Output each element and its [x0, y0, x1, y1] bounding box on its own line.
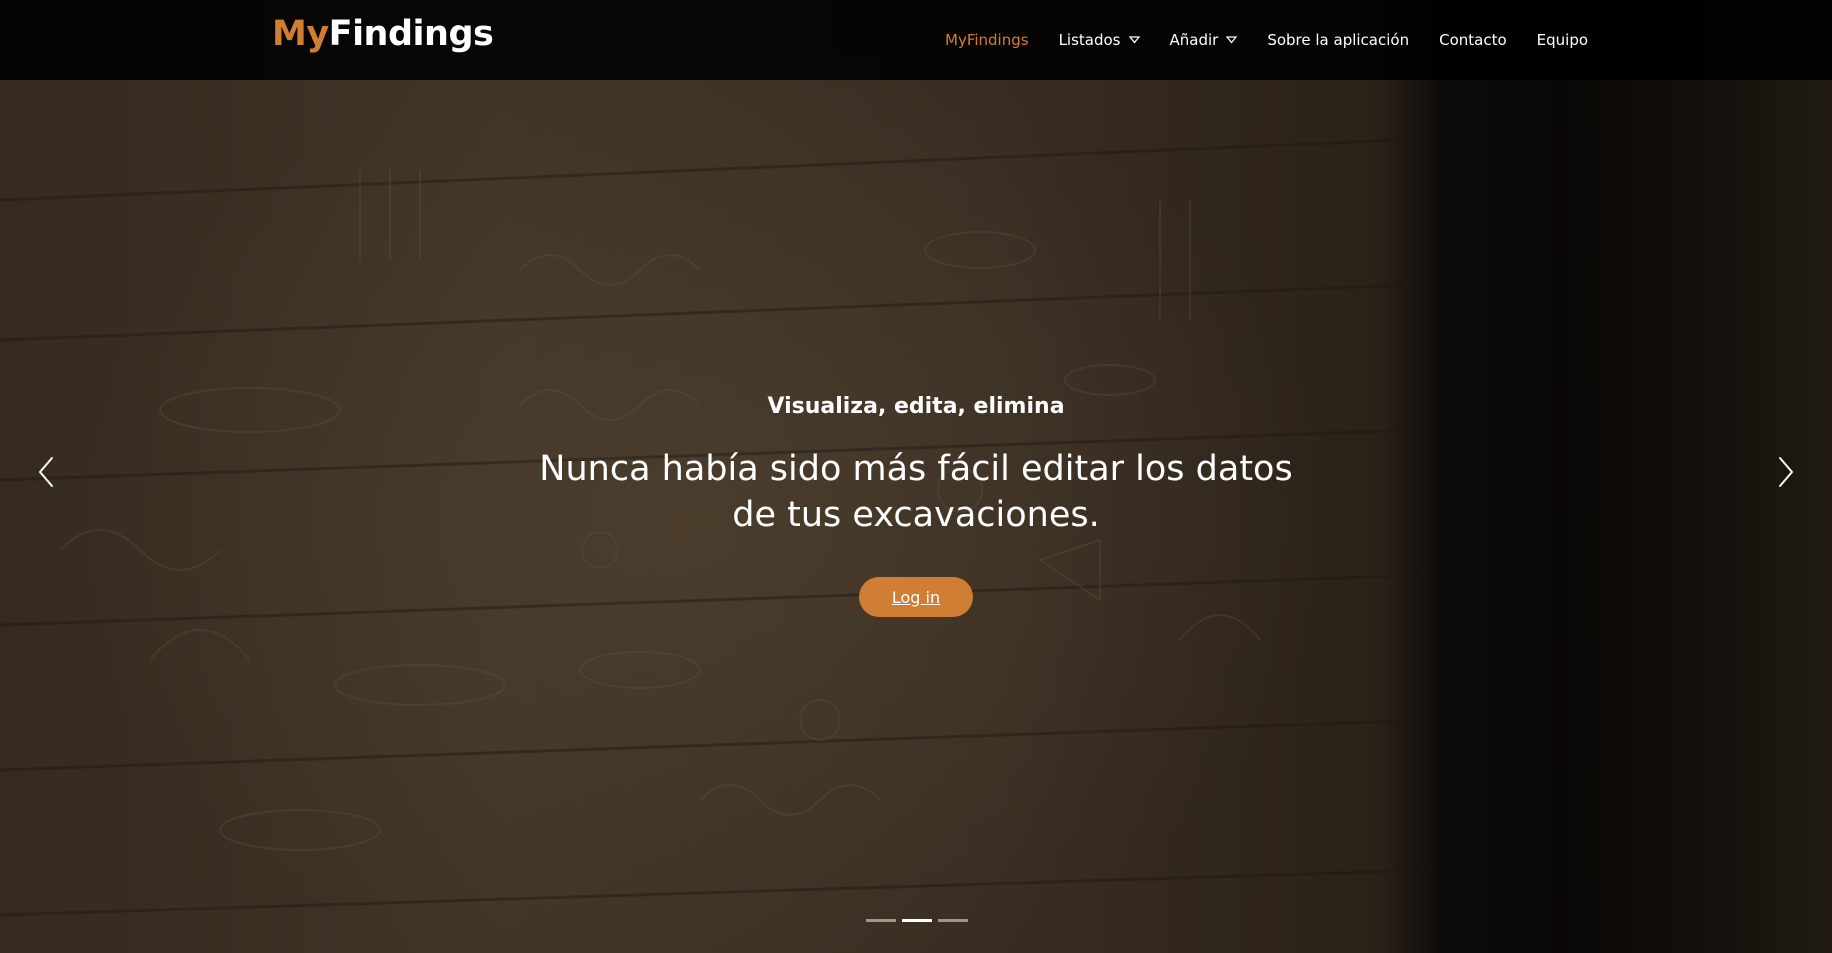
hero-kicker: Visualiza, edita, elimina [767, 394, 1065, 419]
nav-item-sobre[interactable]: Sobre la aplicación [1252, 0, 1424, 80]
carousel-indicator[interactable] [938, 919, 968, 922]
nav-item-label: Sobre la aplicación [1267, 31, 1410, 49]
nav-item-label: Contacto [1439, 31, 1507, 49]
brand-findings: Findings [328, 14, 494, 54]
nav-item-contacto[interactable]: Contacto [1424, 0, 1522, 80]
nav-item-anadir[interactable]: Añadir [1155, 0, 1253, 80]
carousel-indicator[interactable] [866, 919, 896, 922]
brand-logo[interactable]: MyFindings [272, 14, 494, 54]
nav-item-label: Añadir [1169, 31, 1219, 49]
carousel-indicator[interactable] [902, 919, 932, 922]
navbar: MyFindings MyFindings Listados Añadir So… [0, 0, 1832, 80]
nav-item-listados[interactable]: Listados [1044, 0, 1155, 80]
chevron-down-icon [1226, 36, 1238, 44]
page: MyFindings MyFindings Listados Añadir So… [0, 0, 1832, 953]
nav-item-label: Equipo [1536, 31, 1589, 49]
nav-item-myfindings[interactable]: MyFindings [930, 0, 1044, 80]
chevron-down-icon [1128, 36, 1140, 44]
nav-item-equipo[interactable]: Equipo [1522, 0, 1603, 80]
carousel-indicators [866, 919, 968, 922]
login-button[interactable]: Log in [859, 577, 973, 617]
chevron-right-icon[interactable] [1776, 455, 1796, 489]
nav-item-label: Listados [1058, 31, 1121, 49]
hero-headline: Nunca había sido más fácil editar los da… [539, 449, 1293, 535]
nav-menu: MyFindings Listados Añadir Sobre la apli… [930, 0, 1603, 80]
chevron-left-icon[interactable] [36, 455, 56, 489]
nav-item-label: MyFindings [945, 31, 1029, 49]
brand-my: My [272, 14, 329, 54]
